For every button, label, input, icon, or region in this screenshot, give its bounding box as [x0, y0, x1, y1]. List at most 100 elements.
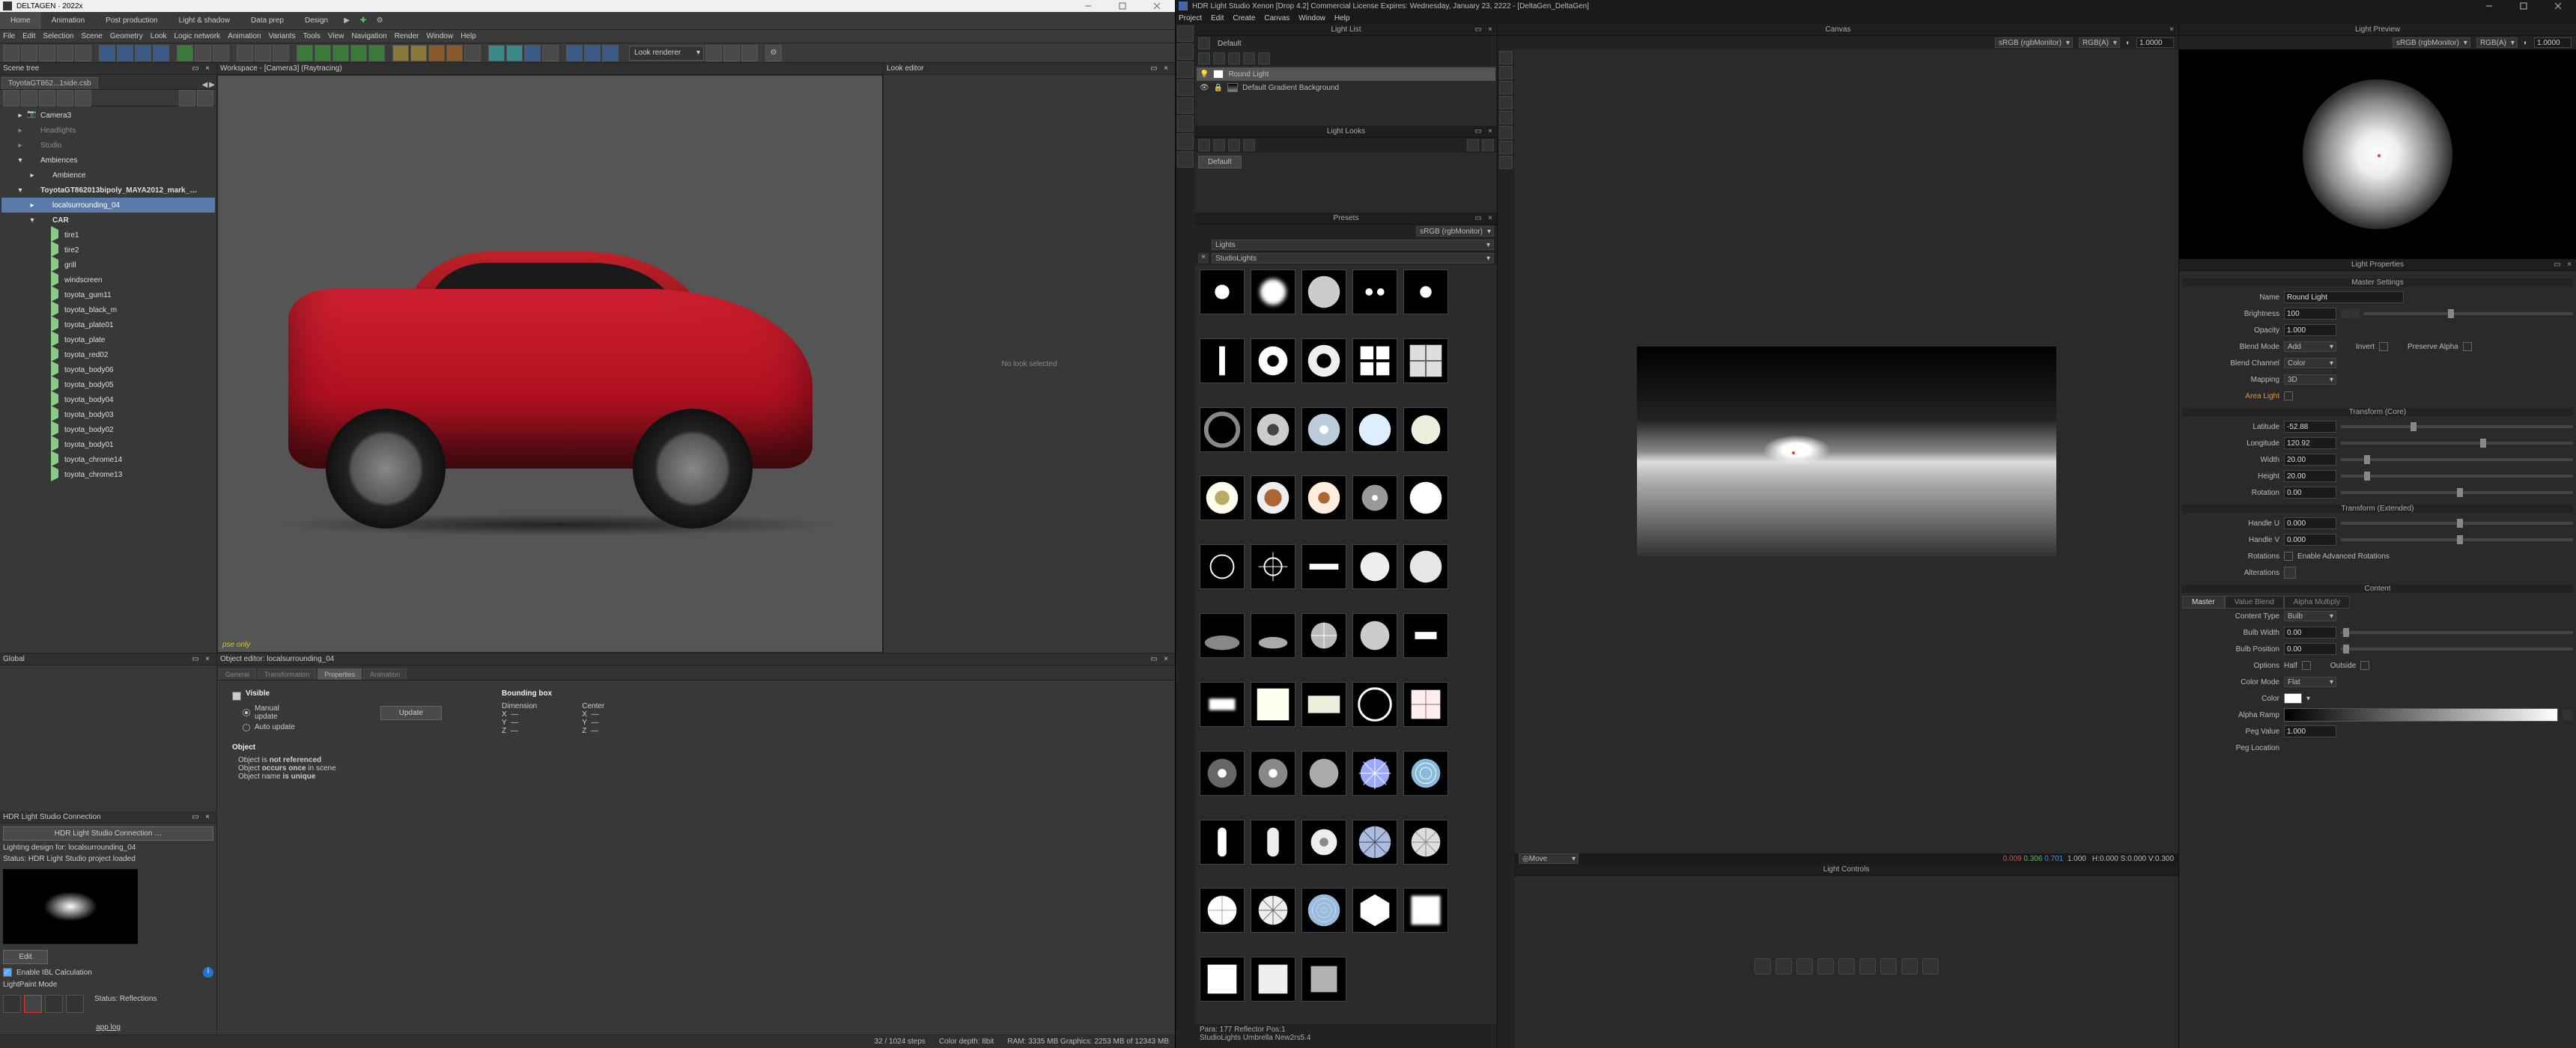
preset-thumb[interactable]	[1251, 751, 1295, 796]
close-sub-icon[interactable]: ×	[1198, 253, 1209, 263]
tree-row[interactable]: toyota_gum11	[1, 287, 215, 302]
prop-brightness-input[interactable]	[2284, 308, 2336, 320]
obj-tab-transform[interactable]: Transformation	[258, 668, 316, 680]
ribbon-tab-postproduction[interactable]: Post production	[95, 12, 168, 29]
scene-tree-undock-icon[interactable]: ▭	[189, 64, 201, 73]
lk-t4-icon[interactable]	[1243, 139, 1255, 151]
lightlooks-undock-icon[interactable]: ▭	[1473, 127, 1483, 137]
prop-width-input[interactable]	[2284, 454, 2336, 466]
lp-exposure-input[interactable]	[2534, 37, 2572, 48]
look-undock-icon[interactable]: ▭	[1148, 64, 1160, 73]
preset-thumb[interactable]	[1403, 407, 1448, 452]
preset-thumb[interactable]	[1301, 888, 1346, 933]
preset-thumb[interactable]	[1403, 613, 1448, 658]
tree-row[interactable]: toyota_plate01	[1, 317, 215, 332]
presets-undock-icon[interactable]: ▭	[1473, 213, 1483, 224]
preset-thumb[interactable]	[1200, 751, 1245, 796]
tree-row[interactable]: ▾CAR	[1, 213, 215, 228]
tree-row[interactable]: ▸localsurrounding_04	[1, 198, 215, 213]
scene-tree[interactable]: ▸📷Camera3▸Headlights▸Studio▾Ambiences▸Am…	[0, 106, 216, 653]
tree-row[interactable]: ▾ToyotaGT862013bipoly_MAYA2012_mark_…	[1, 183, 215, 198]
lp-mode-3-icon[interactable]	[45, 995, 63, 1013]
scene-tool-5-icon[interactable]	[75, 90, 91, 106]
ls-icon-1[interactable]	[1177, 25, 1194, 42]
ls-icon-8[interactable]	[1177, 151, 1194, 168]
long-slider[interactable]	[2341, 442, 2573, 445]
prop-rot-input[interactable]	[2284, 487, 2336, 499]
exposure-slider-icon[interactable]: ◐	[2126, 39, 2130, 47]
lk-t2-icon[interactable]	[1213, 139, 1225, 151]
preset-thumb[interactable]	[1301, 682, 1346, 727]
rmenu-help[interactable]: Help	[1334, 14, 1350, 22]
hdrconn-button[interactable]: HDR Light Studio Connection …	[3, 826, 213, 841]
preset-thumb[interactable]	[1352, 269, 1397, 314]
look-default[interactable]: Default	[1198, 156, 1242, 168]
lightlist-close-icon[interactable]: ×	[1485, 25, 1495, 35]
scene-filter-icon[interactable]	[179, 90, 195, 106]
edit-button[interactable]: Edit	[3, 950, 48, 964]
lp-mode-1-icon[interactable]	[3, 995, 21, 1013]
obj-tab-general[interactable]: General	[219, 668, 256, 680]
preset-thumb[interactable]	[1301, 544, 1346, 589]
hdrls-minimize-button[interactable]	[2474, 0, 2504, 12]
preset-thumb[interactable]	[1403, 751, 1448, 796]
canvas-viewport[interactable]	[1514, 49, 2178, 853]
look-renderer-dropdown[interactable]: Look renderer	[629, 46, 704, 61]
alterations-button[interactable]	[2284, 567, 2296, 579]
light-list[interactable]: 💡 Round Light 👁 🔒 Default Gradient Backg…	[1195, 66, 1497, 126]
tree-row[interactable]: ▸📷Camera3	[1, 108, 215, 123]
global-close-icon[interactable]: ×	[201, 655, 213, 663]
ribbon-tab-dataprep[interactable]: Data prep	[240, 12, 294, 29]
preset-thumb[interactable]	[1200, 682, 1245, 727]
ls-icon-4[interactable]	[1177, 79, 1194, 96]
scene-tool-2-icon[interactable]	[21, 90, 37, 106]
hdrconn-close-icon[interactable]: ×	[201, 813, 213, 821]
menu-animation[interactable]: Animation	[228, 32, 261, 40]
tool-select-icon[interactable]	[99, 45, 115, 61]
tool-undo-icon[interactable]	[57, 45, 73, 61]
lk-t3-icon[interactable]	[1228, 139, 1240, 151]
prop-cmode-dropdown[interactable]: Flat	[2284, 677, 2336, 687]
tool-m1-icon[interactable]	[464, 45, 481, 61]
tool-c4-icon[interactable]	[542, 45, 559, 61]
prop-opacity-input[interactable]	[2284, 324, 2336, 336]
preset-thumb[interactable]	[1200, 888, 1245, 933]
tool-g3-icon[interactable]	[332, 45, 349, 61]
tree-row[interactable]: ▸Headlights	[1, 123, 215, 138]
preset-thumb[interactable]	[1200, 269, 1245, 314]
rmenu-canvas[interactable]: Canvas	[1264, 14, 1289, 22]
lc-next-icon[interactable]	[1817, 958, 1834, 975]
menu-tools[interactable]: Tools	[303, 32, 321, 40]
tree-row[interactable]: toyota_red02	[1, 347, 215, 362]
preset-thumb[interactable]	[1200, 820, 1245, 865]
tree-row[interactable]: ▸Studio	[1, 138, 215, 153]
tree-row[interactable]: windscreen	[1, 272, 215, 287]
enable-ibl-checkbox[interactable]: ✓	[3, 968, 12, 977]
ll-t5-icon[interactable]	[1258, 52, 1270, 64]
prop-blendchan-dropdown[interactable]: Color	[2284, 358, 2336, 368]
presets-sub-dropdown[interactable]: StudioLights	[1212, 253, 1494, 263]
prop-height-input[interactable]	[2284, 470, 2336, 482]
ll-t3-icon[interactable]	[1228, 52, 1240, 64]
lc-rewind-icon[interactable]	[1755, 958, 1771, 975]
preset-thumb[interactable]	[1251, 544, 1295, 589]
ls-icon-3[interactable]	[1177, 61, 1194, 78]
tool-y2-icon[interactable]	[410, 45, 427, 61]
tool-g5-icon[interactable]	[368, 45, 385, 61]
tool-y1-icon[interactable]	[392, 45, 409, 61]
menu-view[interactable]: View	[328, 32, 344, 40]
hu-slider[interactable]	[2341, 522, 2573, 525]
menu-help[interactable]: Help	[461, 32, 476, 40]
presets-cspace-dropdown[interactable]: sRGB (rgbMonitor)	[1416, 226, 1494, 237]
lc-snap-icon[interactable]	[1901, 958, 1918, 975]
applog-link[interactable]: app log	[96, 1023, 121, 1032]
preset-thumb[interactable]	[1251, 475, 1295, 520]
tree-row[interactable]: toyota_body06	[1, 362, 215, 377]
eye-icon[interactable]: 👁	[1200, 84, 1209, 92]
tree-row[interactable]: toyota_body03	[1, 407, 215, 422]
bpos-slider[interactable]	[2341, 648, 2573, 651]
obj-tab-properties[interactable]: Properties	[318, 668, 362, 680]
tool-c2-icon[interactable]	[506, 45, 523, 61]
preset-thumb[interactable]	[1352, 613, 1397, 658]
tool-new-icon[interactable]	[3, 45, 19, 61]
